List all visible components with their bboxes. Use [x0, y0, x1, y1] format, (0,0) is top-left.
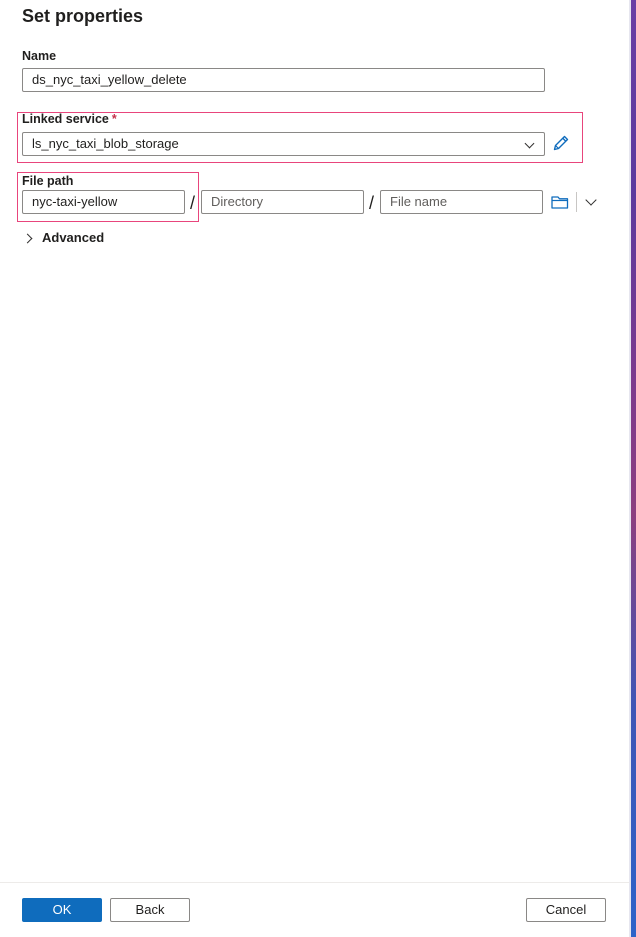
- container-input-value: nyc-taxi-yellow: [32, 194, 118, 209]
- advanced-label: Advanced: [42, 230, 105, 245]
- name-input[interactable]: ds_nyc_taxi_yellow_delete: [22, 68, 545, 92]
- background-window-edge: [629, 0, 636, 937]
- set-properties-panel: Set properties Name ds_nyc_taxi_yellow_d…: [0, 0, 629, 937]
- path-separator: /: [369, 193, 375, 213]
- container-input[interactable]: nyc-taxi-yellow: [22, 190, 185, 214]
- linked-service-select[interactable]: ls_nyc_taxi_blob_storage: [22, 132, 545, 156]
- panel-title: Set properties: [22, 6, 144, 26]
- required-marker: *: [111, 112, 117, 126]
- linked-service-label: Linked service *: [22, 112, 117, 126]
- file-name-input-placeholder: File name: [390, 194, 448, 209]
- chevron-right-icon: [22, 233, 33, 244]
- directory-input-placeholder: Directory: [211, 194, 264, 209]
- folder-icon[interactable]: [550, 193, 570, 211]
- file-path-label: File path: [22, 174, 74, 188]
- path-separator: /: [190, 193, 196, 213]
- file-name-input[interactable]: File name: [380, 190, 543, 214]
- chevron-down-icon[interactable]: [585, 194, 597, 206]
- name-input-value: ds_nyc_taxi_yellow_delete: [32, 72, 187, 87]
- pencil-icon[interactable]: [551, 133, 571, 153]
- cancel-button[interactable]: Cancel: [526, 898, 606, 922]
- linked-service-label-text: Linked service: [22, 112, 109, 126]
- footer-divider: [0, 882, 629, 883]
- back-button[interactable]: Back: [110, 898, 190, 922]
- chevron-down-icon: [524, 138, 535, 149]
- linked-service-select-value: ls_nyc_taxi_blob_storage: [32, 136, 179, 151]
- directory-input[interactable]: Directory: [201, 190, 364, 214]
- toolbar-divider: [576, 192, 577, 212]
- ok-button[interactable]: OK: [22, 898, 102, 922]
- name-label: Name: [22, 49, 57, 63]
